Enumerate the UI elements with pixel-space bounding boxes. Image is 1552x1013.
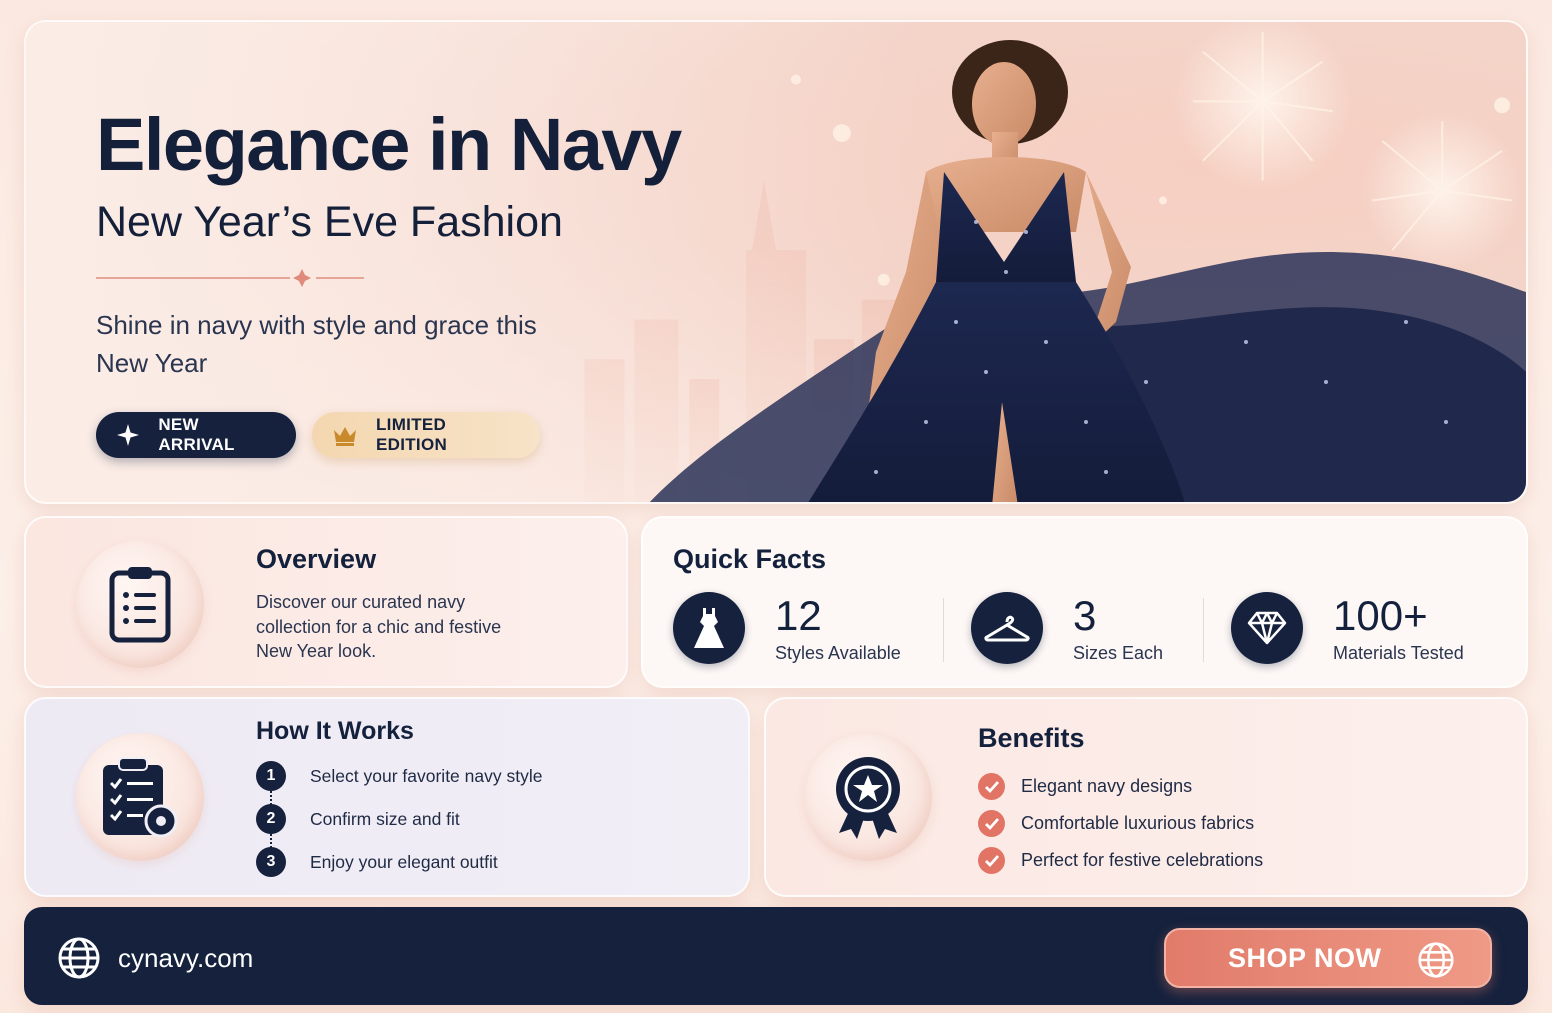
website-link[interactable]: cynavy.com [118,943,253,974]
fact-label: Materials Tested [1333,642,1464,663]
hero-banner: Elegance in Navy New Year’s Eve Fashion … [24,20,1528,504]
benefit-item: Elegant navy designs [978,773,1192,800]
step-number: 3 [256,847,286,877]
check-icon [978,810,1005,837]
dress-icon [673,592,745,664]
hero-subtitle: New Year’s Eve Fashion [96,198,563,246]
divider [1203,598,1204,662]
fact-styles: 12 Styles Available [673,592,901,664]
overview-title: Overview [256,544,377,574]
award-ribbon-icon [836,757,900,839]
overview-card: Overview Discover our curated navy colle… [24,516,628,688]
limited-edition-label: LIMITED EDITION [376,415,448,454]
sparkle-icon [116,422,140,448]
benefit-item: Comfortable luxurious fabrics [978,810,1254,837]
step-connector [270,834,272,848]
fact-sizes: 3 Sizes Each [971,592,1163,664]
clipboard-check-gear-icon [103,757,178,838]
new-arrival-label: NEW ARRIVAL [158,415,235,454]
globe-icon [58,937,100,979]
divider [943,598,944,662]
shop-now-button[interactable]: SHOP NOW [1164,928,1492,988]
how-icon-circle [76,733,204,861]
limited-edition-badge[interactable]: LIMITED EDITION [312,412,540,458]
step-item: 3 Enjoy your elegant outfit [256,847,498,877]
benefit-item: Perfect for festive celebrations [978,847,1263,874]
quick-facts-card: Quick Facts 12 Styles Available 3 Sizes … [641,516,1528,688]
step-number: 1 [256,761,286,791]
fact-value: 100+ [1333,591,1428,639]
globe-icon [1418,942,1454,978]
overview-icon-circle [76,540,204,668]
step-text: Confirm size and fit [310,808,460,829]
clipboard-list-icon [109,567,171,643]
step-text: Select your favorite navy style [310,765,543,786]
step-text: Enjoy your elegant outfit [310,851,498,872]
hero-title: Elegance in Navy [96,103,682,186]
benefits-icon-circle [804,733,932,861]
benefit-text: Comfortable luxurious fabrics [1021,813,1255,833]
fact-label: Sizes Each [1073,642,1164,663]
fact-materials: 100+ Materials Tested [1231,592,1464,664]
how-it-works-title: How It Works [256,717,414,745]
fact-value: 3 [1073,591,1097,639]
check-icon [978,773,1005,800]
model-in-navy-gown-image [649,40,1526,502]
step-connector [270,791,272,805]
step-item: 1 Select your favorite navy style [256,761,542,791]
crown-icon [332,422,358,448]
diamond-icon [1231,592,1303,664]
fact-label: Styles Available [775,642,901,663]
new-arrival-badge[interactable]: NEW ARRIVAL [96,412,296,458]
shop-now-label: SHOP NOW [1228,942,1382,973]
overview-text: Discover our curated navy collection for… [256,592,502,661]
benefit-text: Perfect for festive celebrations [1021,850,1264,870]
how-it-works-card: How It Works 1 Select your favorite navy… [24,697,750,897]
hero-tagline: Shine in navy with style and grace this … [96,310,537,378]
fact-value: 12 [775,591,822,639]
step-item: 2 Confirm size and fit [256,804,460,834]
check-icon [978,847,1005,874]
benefits-card: Benefits Elegant navy designs Comfortabl… [764,697,1528,897]
footer-bar: cynavy.com SHOP NOW [24,907,1528,1005]
quick-facts-title: Quick Facts [673,544,827,574]
hanger-icon [971,592,1043,664]
benefits-title: Benefits [978,723,1085,753]
benefit-text: Elegant navy designs [1021,776,1193,796]
step-number: 2 [256,804,286,834]
decorative-divider [96,269,364,287]
